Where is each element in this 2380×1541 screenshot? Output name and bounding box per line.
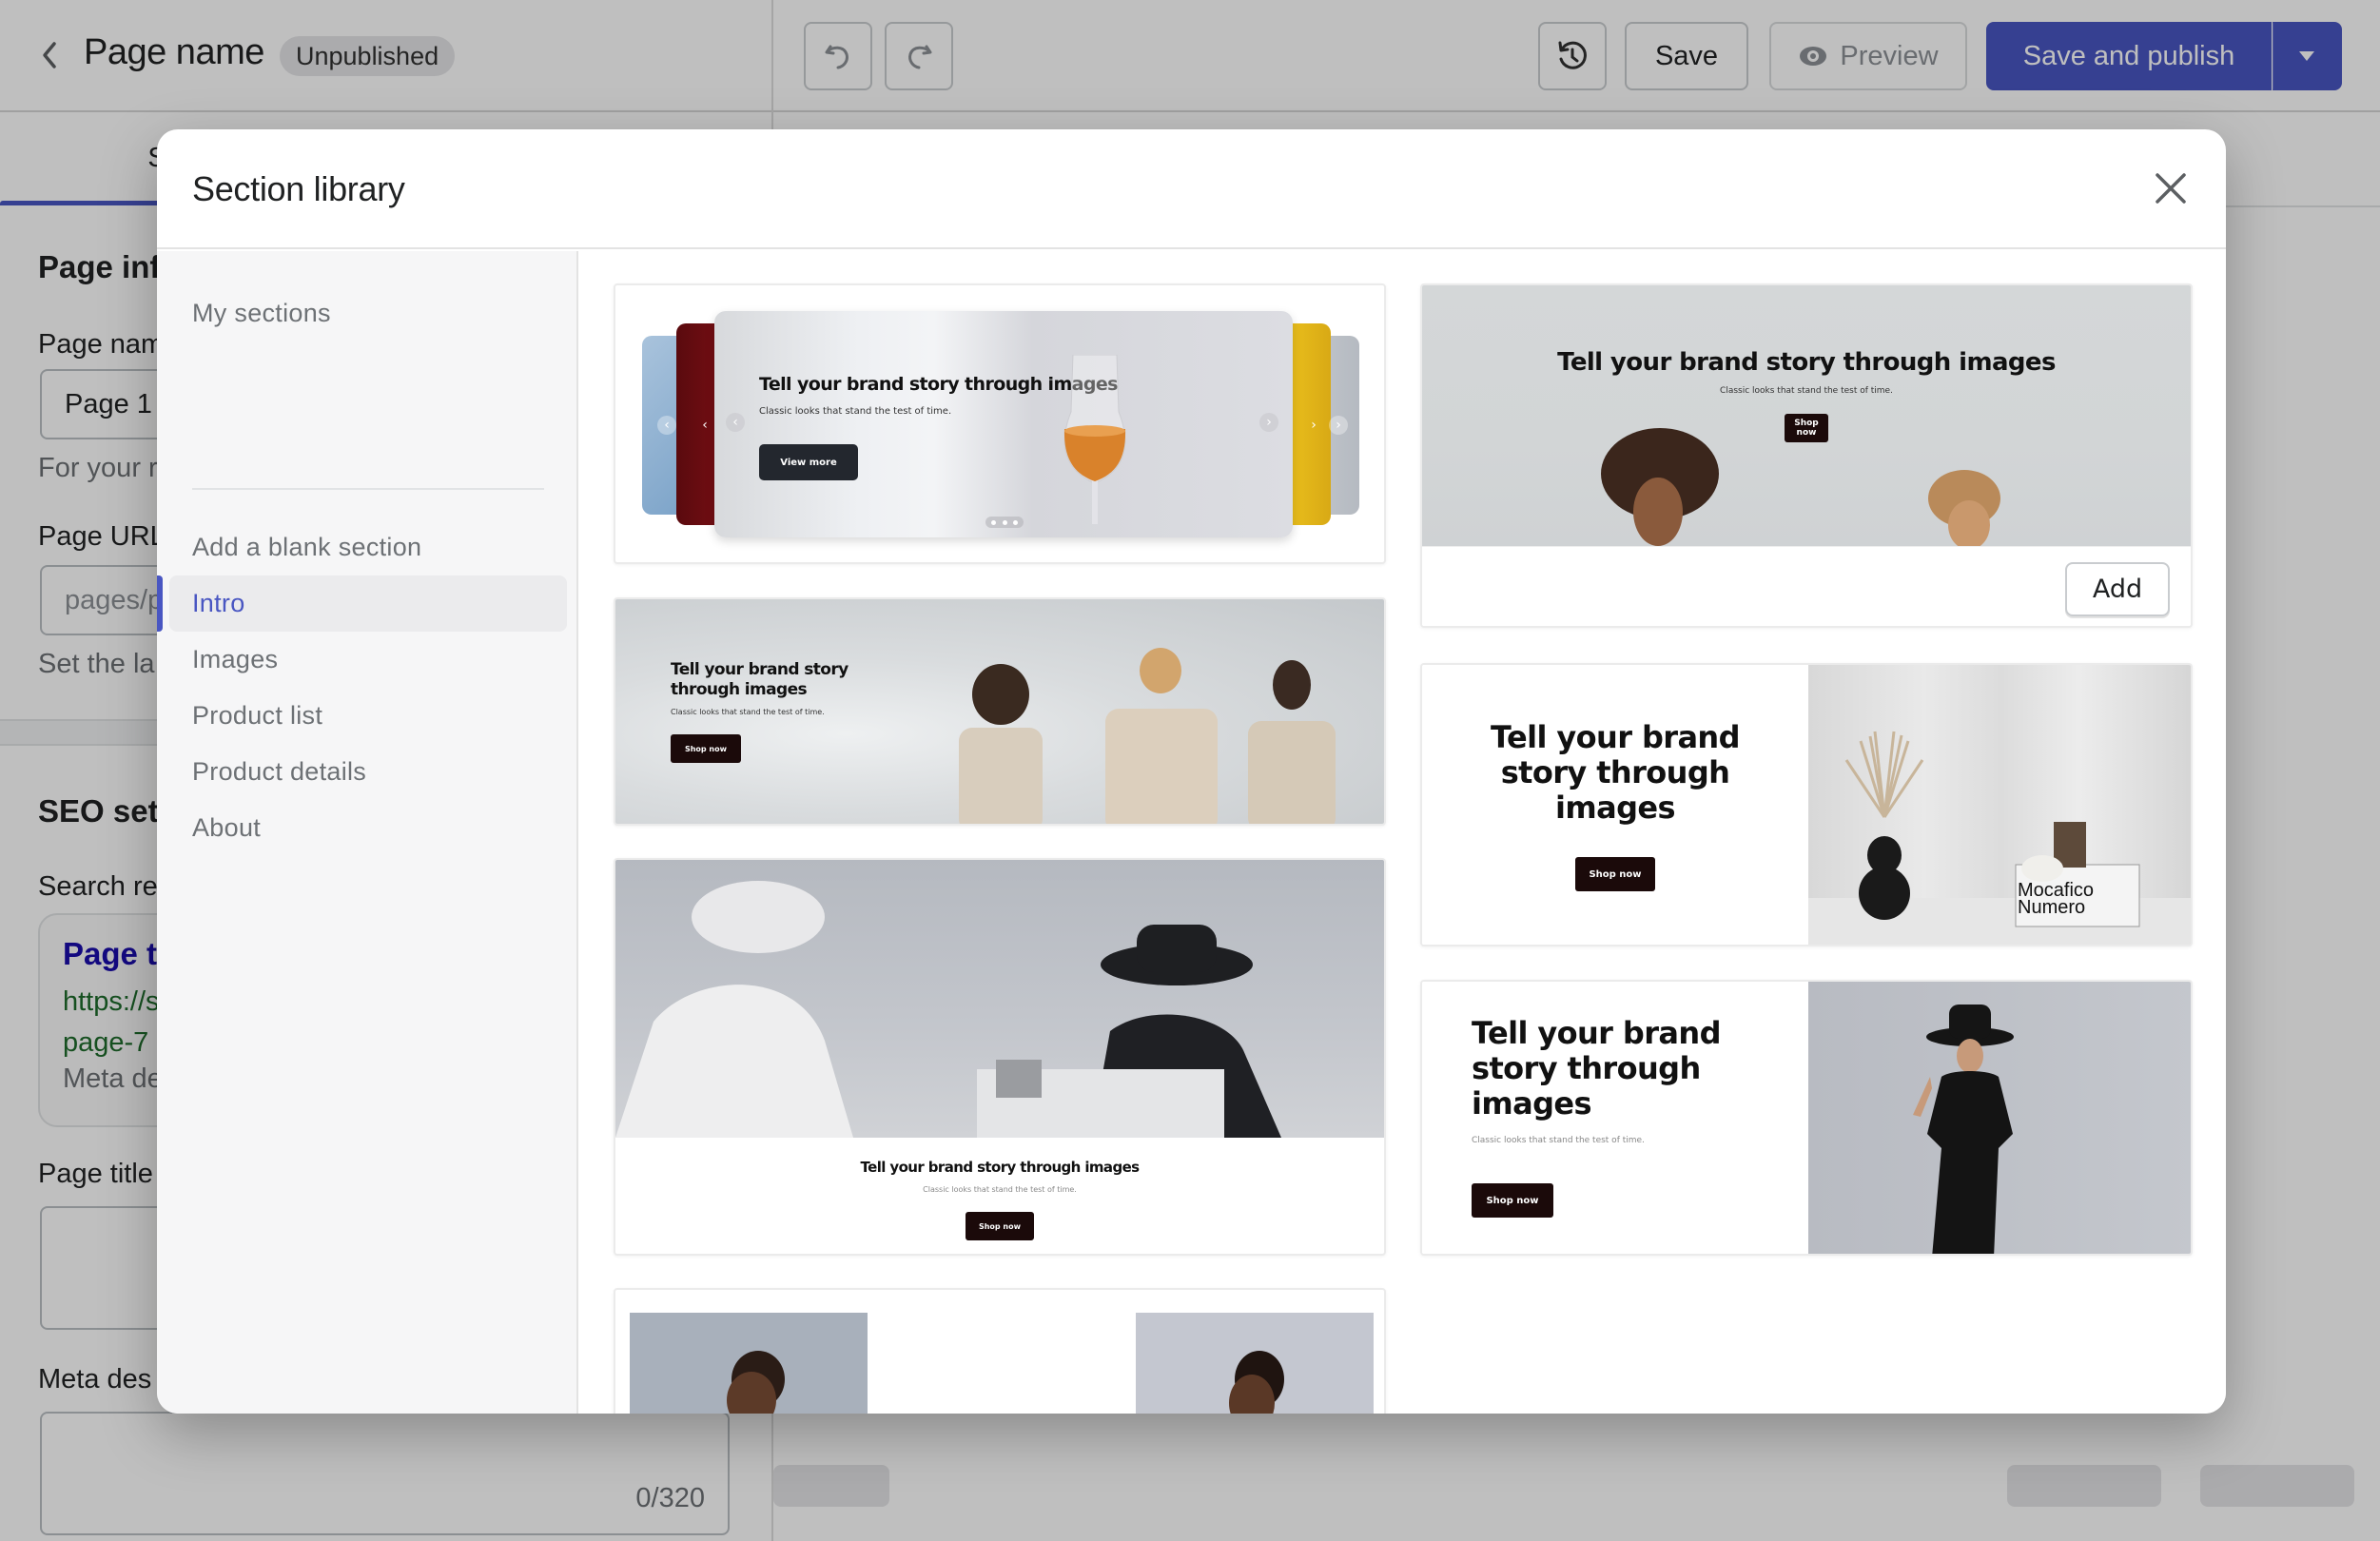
- chevron-left-icon: ‹: [702, 418, 708, 433]
- carousel-pagination: [985, 517, 1024, 528]
- nav-active-indicator: [157, 575, 163, 632]
- portrait-image-left: [630, 1313, 868, 1414]
- template-card-carousel[interactable]: ‹ ‹ › › Tell your brand story through im…: [614, 283, 1386, 564]
- section-library-modal: Section library My sections Add a blank …: [157, 129, 2226, 1414]
- template-subheading: Classic looks that stand the test of tim…: [923, 1185, 1077, 1194]
- chevron-left-icon: ‹: [657, 416, 676, 435]
- template-preview-image: Tell your brand story through images Cla…: [615, 599, 1384, 824]
- template-cta-button: View more: [759, 444, 858, 480]
- person-afro-image: [1601, 428, 1719, 546]
- template-card-hero-centered[interactable]: Tell your brand story through images Cla…: [1420, 283, 2193, 628]
- template-card-hero-left[interactable]: Tell your brand story through images Cla…: [614, 597, 1386, 826]
- template-cta-button: Shop now: [1472, 1183, 1553, 1218]
- template-cta-button: Shop now: [966, 1212, 1034, 1240]
- three-people-image: [959, 648, 1336, 824]
- template-text-panel: Tell your brand story through images Sho…: [1422, 665, 1808, 945]
- woman-in-black-image: [1913, 1005, 2014, 1254]
- chevron-right-icon: ›: [1329, 416, 1348, 435]
- template-subheading: Classic looks that stand the test of tim…: [1720, 386, 1893, 396]
- close-icon: [2156, 173, 2186, 204]
- nav-item-add-blank-section[interactable]: Add a blank section: [169, 519, 567, 575]
- vase-still-life-image: [1808, 731, 2191, 945]
- template-heading: Tell your brand story through images: [860, 1159, 1141, 1176]
- chess-players-image: [615, 881, 1281, 1138]
- template-card-split-centered[interactable]: Tell your brand story through images Sho…: [1420, 663, 2193, 946]
- chevron-right-icon: ›: [1259, 413, 1278, 432]
- section-category-nav: My sections Add a blank section Intro Im…: [157, 251, 578, 1414]
- template-card-portraits[interactable]: [614, 1288, 1386, 1414]
- man-portrait-image: [727, 1351, 785, 1414]
- modal-title: Section library: [192, 169, 405, 208]
- nav-divider: [192, 488, 544, 490]
- man-portrait-image: [1229, 1351, 1284, 1414]
- chevron-left-icon: ‹: [726, 413, 745, 432]
- nav-item-images[interactable]: Images: [169, 632, 567, 688]
- template-preview-image: [1808, 982, 2191, 1254]
- template-heading: Tell your brand story through images: [1491, 719, 1740, 826]
- book-title: Mocafico Numero: [2018, 880, 2095, 918]
- template-subheading: Classic looks that stand the test of tim…: [671, 708, 825, 716]
- template-subheading: Classic looks that stand the test of tim…: [1472, 1136, 1645, 1145]
- nav-item-about[interactable]: About: [169, 800, 567, 856]
- nav-item-intro[interactable]: Intro: [169, 575, 567, 632]
- template-card-image-over-text[interactable]: Tell your brand story through images Cla…: [614, 858, 1386, 1256]
- template-cta-wrap: Shop now: [615, 1212, 1384, 1240]
- chevron-right-icon: ›: [1311, 418, 1317, 433]
- template-cta-button: Shop now: [1785, 414, 1828, 442]
- template-card-split-left[interactable]: Tell your brand story through images Cla…: [1420, 980, 2193, 1256]
- template-preview-image: [615, 860, 1384, 1138]
- template-text-panel: Tell your brand story through images Cla…: [1422, 982, 1808, 1254]
- section-template-grid: ‹ ‹ › › Tell your brand story through im…: [580, 251, 2226, 1414]
- template-preview-image: Tell your brand story through images Cla…: [1422, 285, 2191, 546]
- template-subheading: Classic looks that stand the test of tim…: [759, 406, 952, 417]
- template-cta-wrap: Shop now: [1422, 411, 2191, 442]
- template-cta-button: Shop now: [671, 734, 741, 763]
- carousel-slide-active: Tell your brand story through images Cla…: [714, 311, 1293, 537]
- template-card-footer: Add: [1422, 546, 2191, 626]
- nav-item-my-sections[interactable]: My sections: [169, 285, 567, 341]
- nav-item-product-details[interactable]: Product details: [169, 744, 567, 800]
- modal-header: Section library: [157, 129, 2226, 249]
- template-preview-image: Mocafico Numero: [1808, 665, 2191, 945]
- wine-glass-image: [1063, 355, 1126, 524]
- template-heading: Tell your brand story through images: [1472, 1015, 1721, 1122]
- portrait-image-right: [1136, 1313, 1374, 1414]
- nav-item-product-list[interactable]: Product list: [169, 688, 567, 744]
- add-section-button[interactable]: Add: [2065, 562, 2170, 616]
- template-cta-button: Shop now: [1575, 857, 1655, 891]
- close-button[interactable]: [2150, 167, 2192, 209]
- template-heading: Tell your brand story through images: [1557, 348, 2056, 377]
- person-blonde-image: [1928, 470, 2000, 546]
- template-heading: Tell your brand story through images: [671, 660, 849, 699]
- template-cta-wrap: Shop now: [1422, 857, 1808, 891]
